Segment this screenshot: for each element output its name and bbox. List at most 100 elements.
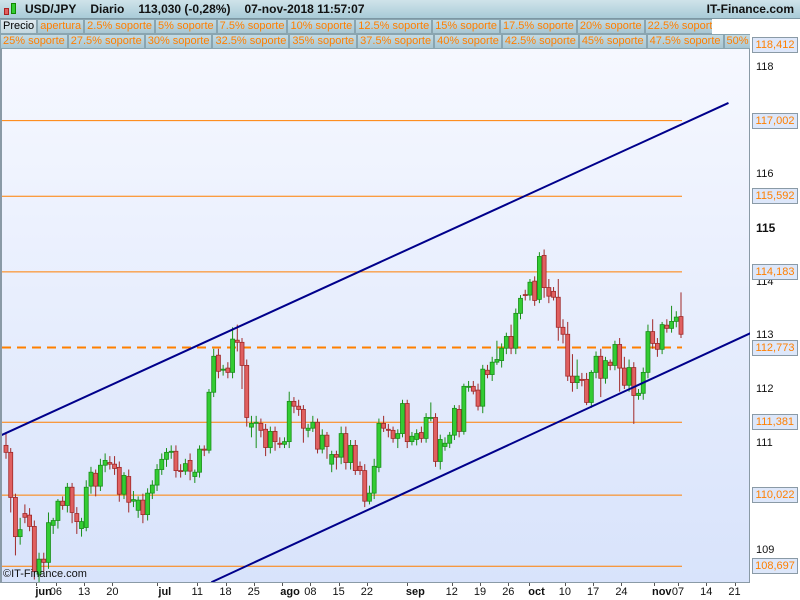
candle-body <box>593 355 599 373</box>
legend-item[interactable]: Precio <box>0 19 38 34</box>
candle-body <box>253 421 259 424</box>
candle-body <box>230 338 235 373</box>
legend-item[interactable]: 35% soporte <box>289 34 358 49</box>
legend-item[interactable]: 20% soporte <box>576 19 645 34</box>
candle-body <box>617 344 623 369</box>
candle-body <box>173 450 179 471</box>
candle-body <box>168 450 174 453</box>
level-price-label: 111,381 <box>752 414 798 431</box>
candle-body <box>121 475 127 495</box>
candle-body <box>546 287 552 297</box>
candle-body <box>102 460 108 466</box>
legend-item[interactable]: 42.5% soporte <box>501 34 579 49</box>
legend-item[interactable]: 37.5% soporte <box>357 34 435 49</box>
candle-body <box>409 435 415 443</box>
candle-body <box>154 469 160 486</box>
candle-body <box>447 434 453 444</box>
candle-body <box>513 312 519 349</box>
legend-item[interactable]: 5% soporte <box>155 19 217 34</box>
date-tick-label: 08 <box>304 586 317 598</box>
legend-item[interactable]: 22.5% soporte <box>644 19 712 34</box>
legend-item[interactable]: 10% soporte <box>287 19 356 34</box>
candle-body <box>88 471 94 487</box>
candle-body <box>381 422 387 429</box>
candle-body <box>678 316 684 335</box>
candle-body <box>437 439 443 462</box>
candle-body <box>112 463 117 469</box>
candle-body <box>574 375 580 383</box>
legend-item[interactable]: 7.5% soporte <box>216 19 288 34</box>
price-tick-label: 111 <box>756 436 773 449</box>
legend-item[interactable]: 50% s <box>723 34 750 49</box>
candle-body <box>428 417 434 419</box>
candle-body <box>485 369 490 375</box>
candle-body <box>22 513 28 518</box>
candle-body <box>305 427 311 431</box>
symbol: USD/JPY <box>25 2 77 16</box>
price-chart[interactable] <box>0 49 750 583</box>
candle-body <box>69 486 75 513</box>
candle-body <box>348 444 353 463</box>
legend-item[interactable]: apertura <box>37 19 85 34</box>
legend-item[interactable]: 25% soporte <box>0 34 68 49</box>
candle-body <box>659 324 665 350</box>
date-tick-label: 12 <box>445 586 458 598</box>
price-axis: 118 116 115 114 113 112 111 109 118,412 117,002 11… <box>750 19 800 585</box>
price-tick-label: 116 <box>756 168 774 181</box>
date-tick-label: 22 <box>360 586 374 598</box>
legend-item[interactable]: 40% soporte <box>434 34 502 49</box>
candle-body <box>385 428 391 431</box>
legend-item[interactable]: 30% soporte <box>144 34 213 49</box>
legend-item[interactable]: 17.5% soporte <box>499 19 577 34</box>
candle-body <box>234 339 240 343</box>
candle-body <box>187 460 193 472</box>
level-price-label: 117,002 <box>752 112 798 129</box>
candle-body <box>508 336 514 349</box>
legend-item[interactable]: 12.5% soporte <box>355 19 433 34</box>
candle-body <box>669 320 674 329</box>
candle-body <box>286 400 292 443</box>
candle-body <box>536 256 542 300</box>
candle-body <box>319 434 325 450</box>
date-tick-label: 10 <box>558 586 571 598</box>
candle-body <box>74 513 80 522</box>
candle-body <box>83 486 89 528</box>
date-tick-label: 19 <box>473 586 487 598</box>
candle-body <box>182 463 188 472</box>
legend-item[interactable]: 27.5% soporte <box>67 34 145 49</box>
candle-body <box>216 354 221 372</box>
candle-body <box>423 417 429 439</box>
candle-body <box>164 451 169 460</box>
period: Diario <box>90 2 125 16</box>
candle-body <box>654 343 660 350</box>
candle-body <box>98 464 103 487</box>
candle-body <box>418 432 424 439</box>
legend-item[interactable]: 2.5% soporte <box>84 19 155 34</box>
candle-body <box>518 297 523 314</box>
date-tick-label: 06 <box>49 586 62 598</box>
candle-body <box>131 499 136 502</box>
candle-body <box>631 367 637 396</box>
date-tick-label: ago <box>280 586 300 598</box>
legend-item[interactable]: 32.5% soporte <box>212 34 290 49</box>
candle-body <box>140 499 146 516</box>
level-price-label: 110,022 <box>752 487 798 504</box>
candle-body <box>645 331 651 373</box>
legend-item[interactable]: 15% soporte <box>432 19 500 34</box>
date-tick-label: 18 <box>219 586 232 598</box>
candle-body <box>466 385 471 388</box>
date-tick-label: 17 <box>587 586 600 598</box>
candle-body <box>272 431 278 443</box>
candle-body <box>244 365 250 418</box>
price-tick-label: 115 <box>756 221 776 235</box>
candle-body <box>192 471 198 477</box>
date-tick-label: 07 <box>671 586 685 598</box>
candle-body <box>263 428 269 448</box>
date-tick-label: 21 <box>728 586 741 598</box>
candle-body <box>456 409 462 432</box>
date-axis: jun 06 13 20 jul 11 18 25 ago 08 15 22 sep 12 19 26 oct 1… <box>0 583 800 600</box>
datetime: 07-nov-2018 11:57:07 <box>244 2 365 16</box>
legend-item[interactable]: 47.5% soporte <box>646 34 724 49</box>
level-price-label: 115,592 <box>752 188 798 205</box>
legend-item[interactable]: 45% soporte <box>578 34 647 49</box>
